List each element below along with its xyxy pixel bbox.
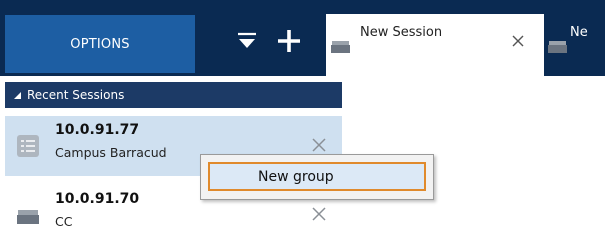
caret-down-icon (14, 92, 21, 99)
monitor-icon (548, 41, 567, 53)
top-toolbar: OPTIONS New Session Ne (0, 0, 605, 76)
session-description: Campus Barracud (55, 145, 167, 160)
server-icon (17, 135, 39, 157)
tab-label: Ne (570, 25, 588, 40)
menu-item-new-group[interactable]: New group (208, 162, 426, 191)
close-icon[interactable] (511, 34, 525, 48)
session-ip: 10.0.91.70 (55, 191, 140, 207)
recent-sessions-header[interactable]: Recent Sessions (5, 82, 342, 108)
session-ip: 10.0.91.77 (55, 122, 140, 138)
monitor-icon (17, 210, 39, 224)
monitor-icon (331, 41, 350, 53)
close-icon[interactable] (311, 206, 327, 222)
options-button[interactable]: OPTIONS (5, 15, 195, 73)
section-title: Recent Sessions (27, 88, 125, 102)
session-description: CC (55, 214, 73, 229)
filter-icon[interactable] (237, 31, 257, 51)
app-window: OPTIONS New Session Ne Recent Sessions 1… (0, 0, 605, 245)
plus-icon[interactable] (275, 27, 303, 55)
menu-item-label: New group (258, 168, 334, 185)
tab-next-session[interactable]: Ne (544, 14, 605, 76)
options-label: OPTIONS (70, 36, 130, 52)
context-menu: New group (200, 154, 434, 200)
tab-new-session[interactable]: New Session (326, 14, 544, 76)
tab-label: New Session (360, 25, 443, 40)
close-icon[interactable] (311, 137, 327, 153)
